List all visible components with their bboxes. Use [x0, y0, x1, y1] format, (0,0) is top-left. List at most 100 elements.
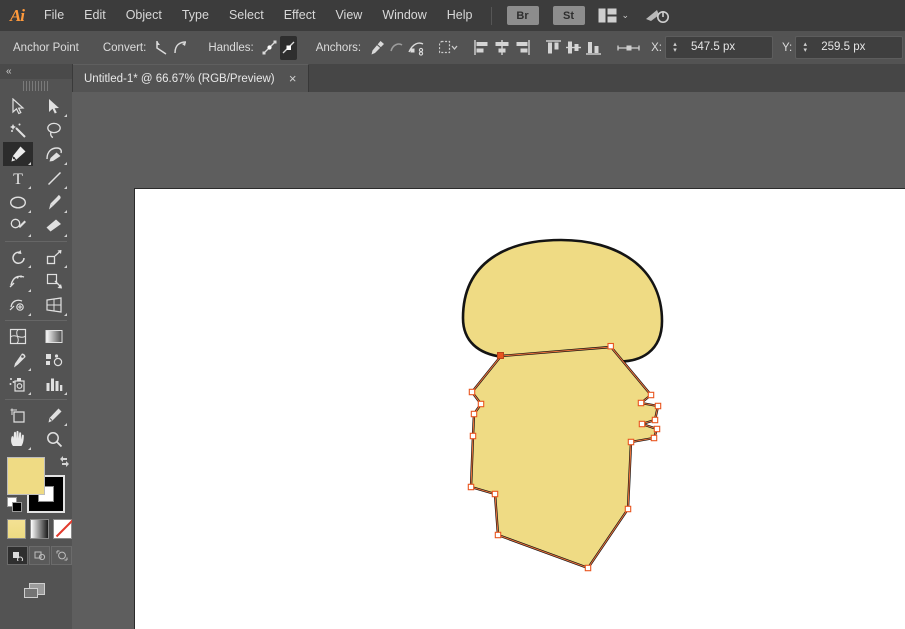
column-graph-tool[interactable]: [39, 372, 69, 396]
close-icon[interactable]: ×: [287, 74, 299, 84]
x-value[interactable]: 547.5 px: [684, 37, 772, 58]
connect-anchors-button[interactable]: [388, 36, 405, 60]
x-label: X:: [651, 42, 662, 54]
align-horizontal-center-button[interactable]: [493, 36, 511, 60]
anchor-point: [471, 411, 476, 416]
draw-behind-button[interactable]: [29, 546, 50, 565]
draw-inside-button[interactable]: [51, 546, 72, 565]
convert-to-smooth-button[interactable]: [172, 36, 189, 60]
tools-panel-grip[interactable]: [23, 81, 49, 91]
fill-swatch[interactable]: [7, 457, 45, 495]
menu-file[interactable]: File: [34, 0, 74, 31]
remove-anchor-button[interactable]: [368, 36, 386, 60]
rotate-icon: [10, 249, 27, 266]
symbol-sprayer-tool[interactable]: [3, 372, 33, 396]
hand-tool[interactable]: [3, 427, 33, 451]
corner-anchor-icon: [153, 39, 170, 56]
anchor-point: [638, 400, 643, 405]
magic-wand-tool[interactable]: [3, 118, 33, 142]
slice-tool[interactable]: [39, 403, 69, 427]
cut-path-button[interactable]: [407, 36, 425, 60]
line-segment-tool[interactable]: [39, 166, 69, 190]
creative-cloud-sync-button[interactable]: [645, 7, 669, 25]
menu-select[interactable]: Select: [219, 0, 274, 31]
artboard-tool[interactable]: [3, 403, 33, 427]
menu-window[interactable]: Window: [372, 0, 436, 31]
eraser-tool[interactable]: [39, 214, 69, 238]
document-tab[interactable]: Untitled-1* @ 66.67% (RGB/Preview) ×: [72, 64, 309, 92]
align-vertical-top-icon: [545, 39, 563, 56]
paintbrush-tool[interactable]: [39, 190, 69, 214]
shape-builder-tool[interactable]: [3, 293, 33, 317]
swap-arrows-icon: [58, 455, 71, 468]
stock-button[interactable]: St: [553, 6, 585, 25]
anchor-point: [652, 417, 657, 422]
none-mode-button[interactable]: [53, 519, 72, 539]
menu-help[interactable]: Help: [437, 0, 483, 31]
isolate-object-button[interactable]: [439, 36, 459, 60]
convert-to-corner-button[interactable]: [153, 36, 170, 60]
arrange-documents-button[interactable]: ⌄: [598, 8, 630, 23]
selection-tool[interactable]: [3, 94, 33, 118]
mesh-tool[interactable]: [3, 324, 33, 348]
anchor-point: [655, 403, 660, 408]
artwork-layer[interactable]: [72, 92, 905, 629]
width-tool-icon: [9, 273, 27, 289]
type-tool[interactable]: T: [3, 166, 33, 190]
anchor-point: [585, 565, 590, 570]
eyedropper-tool[interactable]: [3, 348, 33, 372]
gradient-mode-button[interactable]: [30, 519, 49, 539]
gradient-tool[interactable]: [39, 324, 69, 348]
rotate-tool[interactable]: [3, 245, 33, 269]
hide-handles-button[interactable]: [280, 36, 297, 60]
tool-flyout-indicator: [28, 392, 31, 395]
control-bar: Anchor Point Convert: Handles:: [0, 31, 905, 65]
draw-inside-icon: [56, 550, 68, 561]
change-screen-mode-button[interactable]: [20, 581, 52, 601]
color-mode-button[interactable]: [7, 519, 26, 539]
menu-object[interactable]: Object: [116, 0, 172, 31]
free-transform-tool[interactable]: [39, 269, 69, 293]
x-stepper[interactable]: ▴ ▾: [666, 42, 684, 54]
canvas-area[interactable]: [72, 92, 905, 629]
align-vertical-bottom-button[interactable]: [585, 36, 603, 60]
lasso-tool[interactable]: [39, 118, 69, 142]
bridge-button[interactable]: Br: [507, 6, 539, 25]
y-stepper[interactable]: ▴ ▾: [796, 42, 814, 54]
align-horizontal-right-button[interactable]: [513, 36, 531, 60]
show-handles-button[interactable]: [261, 36, 278, 60]
ellipse-tool[interactable]: [3, 190, 33, 214]
magic-wand-icon: [10, 122, 27, 139]
blend-tool[interactable]: [39, 348, 69, 372]
menu-view[interactable]: View: [325, 0, 372, 31]
curvature-tool[interactable]: [39, 142, 69, 166]
align-vertical-top-button[interactable]: [545, 36, 563, 60]
scale-tool[interactable]: [39, 245, 69, 269]
direct-selection-tool[interactable]: [39, 94, 69, 118]
tools-divider: [5, 241, 67, 242]
width-tool[interactable]: [3, 269, 33, 293]
menu-edit[interactable]: Edit: [74, 0, 116, 31]
align-vertical-center-button[interactable]: [565, 36, 583, 60]
anchor-point: [625, 506, 630, 511]
y-value[interactable]: 259.5 px: [814, 37, 902, 58]
swap-fill-stroke-button[interactable]: [58, 455, 71, 471]
draw-normal-button[interactable]: [7, 546, 28, 565]
anchor-point: [628, 439, 633, 444]
pen-tool[interactable]: [3, 142, 33, 166]
tool-flyout-indicator: [28, 210, 31, 213]
shaper-tool[interactable]: [3, 214, 33, 238]
zoom-tool[interactable]: [39, 427, 69, 451]
tools-panel-collapse-button[interactable]: «: [0, 64, 72, 79]
y-coordinate-field[interactable]: ▴ ▾ 259.5 px: [795, 36, 903, 59]
align-horizontal-left-button[interactable]: [473, 36, 491, 60]
menu-effect[interactable]: Effect: [274, 0, 326, 31]
tool-flyout-indicator: [28, 447, 31, 450]
tools-panel: «: [0, 64, 73, 629]
x-coordinate-field[interactable]: ▴ ▾ 547.5 px: [665, 36, 773, 59]
transform-reference-button[interactable]: [617, 36, 641, 60]
menu-type[interactable]: Type: [172, 0, 219, 31]
default-fill-stroke-button[interactable]: [7, 497, 21, 511]
perspective-grid-tool[interactable]: [39, 293, 69, 317]
head-shape: [463, 240, 662, 361]
